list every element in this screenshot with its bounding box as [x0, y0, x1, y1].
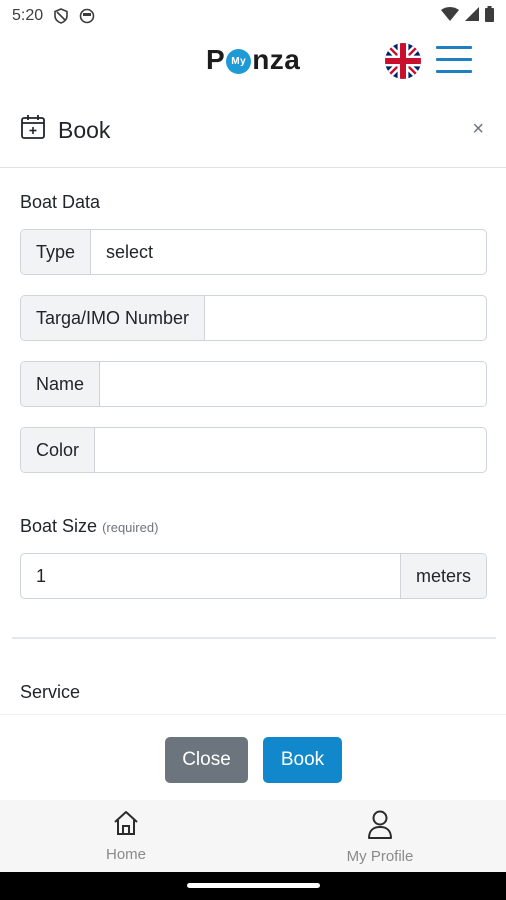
- system-navigation-bar: [0, 872, 506, 900]
- color-input[interactable]: [95, 428, 486, 472]
- modal-title: Book: [20, 114, 110, 146]
- boat-size-unit: meters: [399, 554, 486, 598]
- calendar-plus-icon: [20, 114, 58, 146]
- battery-icon: [485, 5, 494, 27]
- nav-profile-label: My Profile: [346, 848, 414, 865]
- required-note: (required): [102, 520, 159, 535]
- boat-data-heading: Boat Data: [20, 192, 101, 212]
- boat-size-heading: Boat Size (required): [20, 516, 158, 537]
- logo-text-end: nza: [252, 44, 301, 75]
- color-label: Color: [21, 428, 96, 472]
- modal-title-text: Book: [58, 116, 111, 143]
- home-gesture-pill[interactable]: [187, 883, 320, 888]
- close-icon[interactable]: ×: [472, 118, 484, 141]
- status-time: 5:20: [12, 7, 44, 24]
- boat-size-title: Boat Size: [20, 516, 98, 536]
- bottom-navigation: Home My Profile: [0, 800, 506, 872]
- nav-home[interactable]: Home: [96, 808, 156, 863]
- user-icon: [365, 808, 395, 848]
- nav-home-label: Home: [105, 846, 146, 863]
- modal-header: Book ×: [0, 100, 506, 168]
- status-bar: 5:20: [0, 0, 506, 32]
- modal-footer: Close Book: [0, 714, 506, 800]
- boat-size-input[interactable]: 1: [21, 554, 400, 598]
- home-icon: [111, 808, 141, 846]
- nav-my-profile[interactable]: My Profile: [340, 808, 420, 865]
- signal-icon: [465, 6, 479, 26]
- uk-flag-icon[interactable]: [385, 43, 421, 79]
- face-icon: [79, 8, 95, 24]
- hamburger-menu-icon[interactable]: [436, 46, 472, 76]
- targa-imo-label: Targa/IMO Number: [21, 296, 206, 340]
- name-label: Name: [21, 362, 101, 406]
- section-divider: [12, 637, 496, 639]
- type-select[interactable]: Type select: [20, 229, 487, 275]
- name-field[interactable]: Name: [20, 361, 487, 407]
- shield-icon: [53, 8, 69, 24]
- book-button[interactable]: Book: [263, 737, 342, 783]
- name-input[interactable]: [100, 362, 486, 406]
- app-logo[interactable]: P My nza: [206, 44, 300, 76]
- close-button[interactable]: Close: [165, 737, 248, 783]
- boat-size-field[interactable]: 1 meters: [20, 553, 487, 599]
- color-field[interactable]: Color: [20, 427, 487, 473]
- targa-imo-field[interactable]: Targa/IMO Number: [20, 295, 487, 341]
- app-header: P My nza: [0, 34, 506, 90]
- booking-form: Boat Data Type select Targa/IMO Number N…: [0, 168, 506, 714]
- type-label: Type: [21, 230, 92, 274]
- type-value[interactable]: select: [91, 230, 486, 274]
- service-heading: Service: [20, 682, 81, 702]
- logo-badge: My: [226, 48, 252, 74]
- targa-imo-input[interactable]: [205, 296, 486, 340]
- wifi-icon: [441, 6, 459, 26]
- logo-text-start: P: [206, 44, 226, 75]
